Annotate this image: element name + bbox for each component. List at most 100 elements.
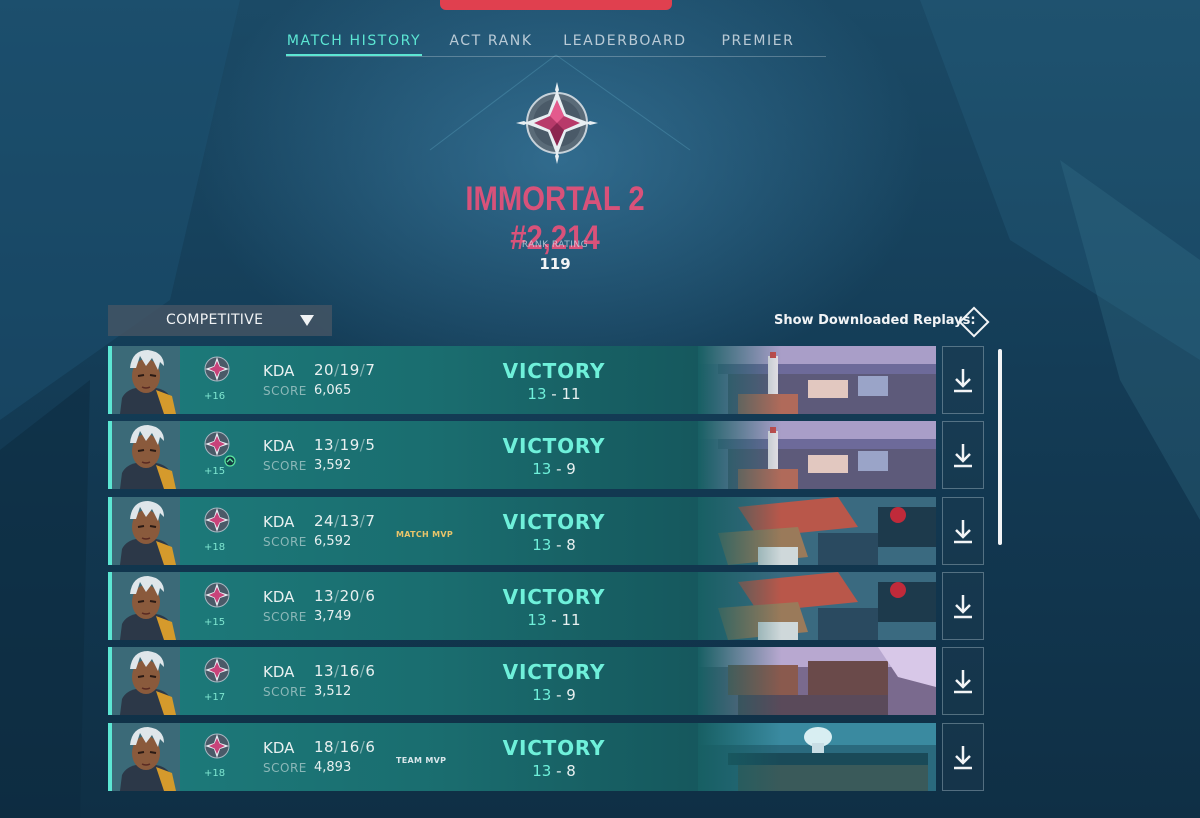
map-thumbnail — [698, 346, 936, 414]
enemy-score: 8 — [566, 536, 576, 554]
immortal-rank-mini-icon — [204, 507, 230, 533]
round-score: 13 - 11 — [488, 385, 620, 403]
kda-value: 18/16/6 — [314, 738, 376, 756]
tab-match-history[interactable]: MATCH HISTORY — [286, 28, 422, 56]
agent-portrait — [112, 421, 180, 489]
round-score: 13 - 9 — [488, 686, 620, 704]
score-label: SCORE — [263, 535, 307, 549]
score-label: SCORE — [263, 685, 307, 699]
tab-premier[interactable]: PREMIER — [706, 28, 810, 54]
enemy-score: 8 — [566, 762, 576, 780]
assists: 7 — [365, 361, 376, 379]
download-replay-button[interactable] — [942, 497, 984, 565]
tab-bar: MATCH HISTORY ACT RANK LEADERBOARD PREMI… — [286, 28, 826, 57]
match-row-6[interactable]: +18 KDA 18/16/6 SCORE 4,893 TEAM MVP VIC… — [108, 723, 936, 791]
kills: 13 — [314, 436, 335, 454]
combat-score: 3,592 — [314, 458, 352, 473]
caret-down-icon — [300, 315, 314, 326]
combat-score: 3,512 — [314, 684, 352, 699]
kda-label: KDA — [263, 437, 295, 455]
placement-icon — [224, 455, 236, 467]
immortal-rank-icon — [516, 82, 598, 164]
score-label: SCORE — [263, 610, 307, 624]
deaths: 16 — [339, 662, 360, 680]
combat-score: 4,893 — [314, 760, 352, 775]
team-score: 13 — [527, 611, 547, 629]
kills: 13 — [314, 587, 335, 605]
combat-score: 6,592 — [314, 534, 352, 549]
top-notch — [440, 0, 672, 10]
queue-mode-dropdown[interactable]: COMPETITIVE — [108, 305, 332, 336]
download-replay-button[interactable] — [942, 572, 984, 640]
immortal-rank-mini-icon — [204, 431, 230, 457]
assists: 6 — [365, 587, 376, 605]
rank-rating-label: RANK RATING — [521, 240, 589, 250]
rr-gain: +16 — [204, 391, 226, 402]
enemy-score: 9 — [566, 686, 576, 704]
kda-label: KDA — [263, 663, 295, 681]
immortal-rank-mini-icon — [204, 657, 230, 683]
immortal-rank-mini-icon — [204, 582, 230, 608]
agent-portrait — [112, 497, 180, 565]
round-score: 13 - 11 — [488, 611, 620, 629]
mvp-badge: MATCH MVP — [396, 530, 454, 539]
team-score: 13 — [527, 385, 547, 403]
match-row-2[interactable]: +15 KDA 13/19/5 SCORE 3,592 VICTORY 13 -… — [108, 421, 936, 489]
score-label: SCORE — [263, 384, 307, 398]
download-icon — [954, 520, 972, 544]
round-score: 13 - 8 — [488, 536, 620, 554]
match-result: VICTORY — [502, 660, 606, 684]
download-replay-button[interactable] — [942, 346, 984, 414]
round-score: 13 - 9 — [488, 460, 620, 478]
team-score: 13 — [532, 686, 552, 704]
kda-value: 13/16/6 — [314, 662, 376, 680]
tab-act-rank[interactable]: ACT RANK — [436, 28, 546, 54]
match-row-5[interactable]: +17 KDA 13/16/6 SCORE 3,512 VICTORY 13 -… — [108, 647, 936, 715]
score-dash: - — [556, 536, 562, 554]
score-label: SCORE — [263, 761, 307, 775]
match-result: VICTORY — [502, 736, 606, 760]
match-row-3[interactable]: +18 KDA 24/13/7 SCORE 6,592 MATCH MVP VI… — [108, 497, 936, 565]
enemy-score: 9 — [566, 460, 576, 478]
match-row-1[interactable]: +16 KDA 20/19/7 SCORE 6,065 VICTORY 13 -… — [108, 346, 936, 414]
rr-gain: +18 — [204, 768, 226, 779]
score-dash: - — [556, 460, 562, 478]
match-result: VICTORY — [502, 585, 606, 609]
kda-label: KDA — [263, 362, 295, 380]
map-thumbnail — [698, 497, 936, 565]
scrollbar-thumb[interactable] — [998, 349, 1002, 545]
score-label: SCORE — [263, 459, 307, 473]
match-row-4[interactable]: +15 KDA 13/20/6 SCORE 3,749 VICTORY 13 -… — [108, 572, 936, 640]
kda-value: 20/19/7 — [314, 361, 376, 379]
download-replay-button[interactable] — [942, 723, 984, 791]
kda-value: 13/20/6 — [314, 587, 376, 605]
assists: 6 — [365, 738, 376, 756]
show-replays-toggle[interactable] — [958, 306, 990, 338]
enemy-score: 11 — [561, 385, 581, 403]
download-replay-button[interactable] — [942, 421, 984, 489]
assists: 6 — [365, 662, 376, 680]
agent-portrait — [112, 572, 180, 640]
match-result: VICTORY — [502, 434, 606, 458]
combat-score: 3,749 — [314, 609, 352, 624]
map-thumbnail — [698, 572, 936, 640]
kda-label: KDA — [263, 739, 295, 757]
combat-score: 6,065 — [314, 383, 352, 398]
enemy-score: 11 — [561, 611, 581, 629]
kills: 13 — [314, 662, 335, 680]
tab-leaderboard[interactable]: LEADERBOARD — [560, 28, 690, 54]
agent-portrait — [112, 647, 180, 715]
map-thumbnail — [698, 723, 936, 791]
team-score: 13 — [532, 762, 552, 780]
team-score: 13 — [532, 536, 552, 554]
show-replays-label: Show Downloaded Replays: — [774, 313, 976, 328]
map-thumbnail — [698, 421, 936, 489]
agent-portrait — [112, 346, 180, 414]
deaths: 19 — [339, 436, 360, 454]
score-dash: - — [556, 762, 562, 780]
round-score: 13 - 8 — [488, 762, 620, 780]
score-dash: - — [551, 611, 557, 629]
score-dash: - — [556, 686, 562, 704]
kda-label: KDA — [263, 513, 295, 531]
download-replay-button[interactable] — [942, 647, 984, 715]
